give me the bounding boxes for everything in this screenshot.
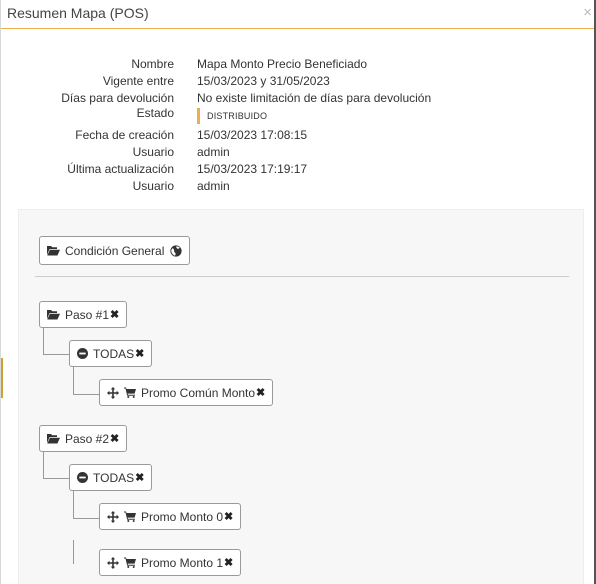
info-row-dias: Días para devolución No existe limitació… bbox=[1, 90, 594, 107]
node-label: Promo Monto 1 bbox=[141, 555, 224, 570]
group-node[interactable]: TODAS ✖ bbox=[69, 464, 153, 491]
minus-circle-icon bbox=[77, 472, 88, 483]
info-label: Fecha de creación bbox=[75, 128, 174, 142]
info-value: admin bbox=[197, 145, 230, 159]
globe-icon[interactable] bbox=[170, 244, 183, 257]
info-value: admin bbox=[197, 179, 230, 193]
node-label: Condición General bbox=[65, 243, 165, 258]
info-row-usuario: Usuario admin bbox=[1, 144, 594, 161]
folder-open-icon bbox=[47, 309, 60, 320]
modal-title: Resumen Mapa (POS) bbox=[7, 5, 149, 21]
info-value: 15/03/2023 y 31/05/2023 bbox=[197, 74, 330, 88]
edge-marker bbox=[1, 358, 3, 398]
promo-node[interactable]: Promo Común Monto ✖ bbox=[99, 379, 274, 406]
node-label: TODAS bbox=[93, 470, 135, 485]
remove-icon[interactable]: ✖ bbox=[110, 308, 119, 321]
remove-icon[interactable]: ✖ bbox=[256, 386, 265, 399]
node-label: Promo Monto 0 bbox=[141, 509, 224, 524]
cart-icon bbox=[124, 557, 136, 568]
node-label: Paso #2 bbox=[65, 431, 110, 446]
node-label: Paso #1 bbox=[65, 307, 110, 322]
info-label: Última actualización bbox=[67, 162, 174, 176]
divider bbox=[35, 276, 569, 277]
status-badge: DISTRIBUIDO bbox=[197, 108, 267, 124]
remove-icon[interactable]: ✖ bbox=[135, 347, 144, 360]
group-node[interactable]: TODAS ✖ bbox=[69, 340, 153, 367]
step-node[interactable]: Paso #2 ✖ bbox=[39, 425, 128, 452]
tree-panel: Condición General Paso #1 ✖ TODAS ✖ Prom… bbox=[18, 209, 584, 584]
promo-node[interactable]: Promo Monto 1 ✖ bbox=[99, 549, 242, 576]
info-value: No existe limitación de días para devolu… bbox=[197, 91, 432, 105]
remove-icon[interactable]: ✖ bbox=[110, 432, 119, 445]
info-value: DISTRIBUIDO bbox=[197, 107, 267, 124]
summary-modal: Resumen Mapa (POS) × Nombre Mapa Monto P… bbox=[0, 0, 596, 584]
folder-open-icon bbox=[47, 245, 60, 256]
info-value: 15/03/2023 17:08:15 bbox=[197, 128, 308, 142]
info-row-estado: Estado DISTRIBUIDO bbox=[1, 106, 594, 127]
move-icon[interactable] bbox=[107, 556, 119, 569]
remove-icon[interactable]: ✖ bbox=[224, 510, 233, 523]
info-label: Usuario bbox=[132, 145, 174, 159]
info-row-fecha-creacion: Fecha de creación 15/03/2023 17:08:15 bbox=[1, 127, 594, 144]
info-label: Vigente entre bbox=[102, 74, 174, 88]
info-value: Mapa Monto Precio Beneficiado bbox=[197, 57, 368, 71]
close-icon[interactable]: × bbox=[583, 4, 592, 21]
move-icon[interactable] bbox=[107, 386, 119, 399]
folder-open-icon bbox=[47, 433, 60, 444]
info-list: Nombre Mapa Monto Precio Beneficiado Vig… bbox=[1, 56, 594, 195]
info-value: 15/03/2023 17:19:17 bbox=[197, 162, 308, 176]
minus-circle-icon bbox=[77, 348, 88, 359]
condicion-general-node[interactable]: Condición General bbox=[39, 236, 191, 265]
info-row-vigente: Vigente entre 15/03/2023 y 31/05/2023 bbox=[1, 73, 594, 90]
promo-node[interactable]: Promo Monto 0 ✖ bbox=[99, 503, 242, 530]
modal-header: Resumen Mapa (POS) × bbox=[1, 0, 594, 29]
remove-icon[interactable]: ✖ bbox=[224, 556, 233, 569]
node-label: Promo Común Monto bbox=[141, 385, 256, 400]
cart-icon bbox=[124, 511, 136, 522]
move-icon[interactable] bbox=[107, 510, 119, 523]
info-label: Nombre bbox=[131, 57, 174, 71]
remove-icon[interactable]: ✖ bbox=[135, 471, 144, 484]
node-label: TODAS bbox=[93, 346, 135, 361]
info-label: Usuario bbox=[132, 179, 174, 193]
info-row-nombre: Nombre Mapa Monto Precio Beneficiado bbox=[1, 56, 594, 73]
info-row-ultima-actualizacion: Última actualización 15/03/2023 17:19:17 bbox=[1, 161, 594, 178]
cart-icon bbox=[124, 387, 136, 398]
info-label: Estado bbox=[136, 106, 174, 120]
step-node[interactable]: Paso #1 ✖ bbox=[39, 301, 128, 328]
info-row-usuario-actualizacion: Usuario admin bbox=[1, 178, 594, 195]
